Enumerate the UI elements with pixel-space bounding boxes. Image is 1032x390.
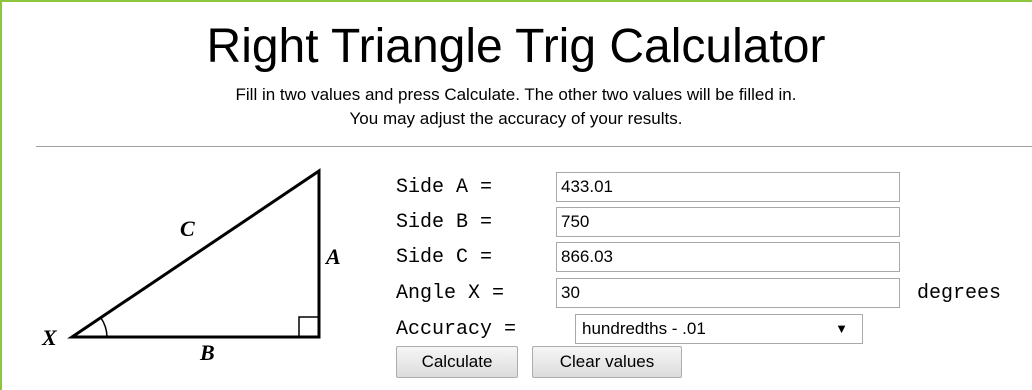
page-title: Right Triangle Trig Calculator (206, 20, 826, 73)
label-angle-x: X (42, 325, 57, 350)
triangle-svg (67, 168, 321, 339)
side-b-input[interactable]: 750 (556, 207, 900, 237)
angle-x-arc (100, 317, 108, 338)
triangle-diagram: C A X B (30, 160, 360, 380)
instructions-line-1: Fill in two values and press Calculate. … (235, 85, 797, 104)
side-a-label: Side A = (396, 176, 493, 199)
angle-x-input[interactable]: 30 (556, 278, 900, 308)
side-b-label: Side B = (396, 211, 493, 234)
chevron-down-icon: ▼ (835, 321, 848, 336)
angle-x-label: Angle X = (396, 282, 505, 305)
accuracy-select[interactable]: hundredths - .01 ▼ (575, 314, 863, 344)
side-c-input[interactable]: 866.03 (556, 242, 900, 272)
side-c-label: Side C = (396, 246, 493, 269)
right-angle-marker (298, 316, 320, 338)
calculate-button[interactable]: Calculate (396, 346, 518, 378)
angle-unit-label: degrees (917, 282, 1002, 305)
accuracy-selected-value: hundredths - .01 (582, 319, 706, 338)
label-side-b: B (200, 340, 215, 365)
side-a-input[interactable]: 433.01 (556, 172, 900, 202)
clear-values-button[interactable]: Clear values (532, 346, 682, 378)
accuracy-label: Accuracy = (396, 318, 517, 341)
label-side-c: C (180, 216, 195, 241)
instructions-line-2: You may adjust the accuracy of your resu… (349, 109, 683, 128)
label-side-a: A (326, 244, 341, 269)
divider (36, 146, 1032, 147)
triangle-shape (67, 168, 321, 339)
